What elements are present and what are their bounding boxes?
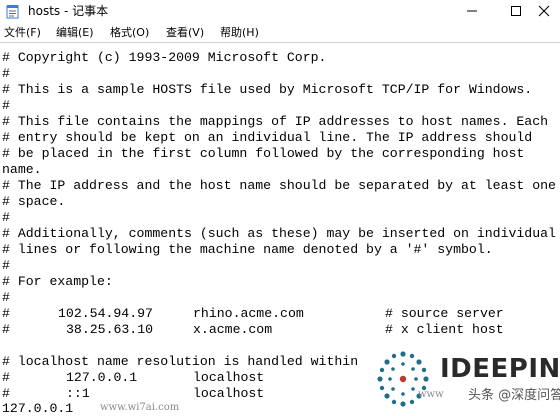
maximize-icon: [511, 6, 521, 16]
text-line: name.: [2, 162, 42, 177]
localhost-host: localhost: [193, 370, 265, 385]
text-line: # entry should be kept on an individual …: [2, 130, 533, 145]
watermark-sub: 头条 @深度问答: [468, 388, 560, 403]
localhost-hash: #: [2, 386, 10, 401]
menu-view[interactable]: 查看(V): [166, 25, 204, 41]
localhost-hash: #: [2, 370, 10, 385]
text-line: # For example:: [2, 274, 113, 289]
text-line: # This is a sample HOSTS file used by Mi…: [2, 82, 533, 97]
example-host: x.acme.com: [193, 322, 273, 337]
text-line: # This file contains the mappings of IP …: [2, 114, 549, 129]
notepad-icon: [6, 5, 19, 19]
text-line: # lines or following the machine name de…: [2, 242, 493, 257]
text-line: #: [2, 290, 10, 305]
example-ip: 102.54.94.97: [58, 306, 153, 321]
text-line: # Copyright (c) 1993-2009 Microsoft Corp…: [2, 50, 327, 65]
menu-file[interactable]: 文件(F): [4, 25, 41, 41]
example-host: rhino.acme.com: [193, 306, 304, 321]
text-line: # localhost name resolution is handled w…: [2, 354, 359, 369]
localhost-ip: 127.0.0.1: [66, 370, 138, 385]
close-icon: [538, 5, 550, 17]
text-line: #: [2, 98, 10, 113]
localhost-host: localhost: [193, 386, 265, 401]
text-line: # The IP address and the host name shoul…: [2, 178, 556, 193]
text-line: #: [2, 66, 10, 81]
text-line: #: [2, 210, 10, 225]
minimize-icon: [467, 10, 477, 12]
hosts-entry-ip: 127.0.0.1: [2, 401, 74, 416]
menu-edit[interactable]: 编辑(E): [56, 25, 94, 41]
example-hash: #: [2, 322, 10, 337]
watermark-site-fragment: www: [418, 389, 444, 400]
window-title: hosts - 记事本: [28, 4, 109, 18]
text-line: #: [2, 258, 10, 273]
text-line: # Additionally, comments (such as these)…: [2, 226, 556, 241]
example-hash: #: [2, 306, 10, 321]
menu-format[interactable]: 格式(O): [110, 25, 149, 41]
close-button[interactable]: [528, 0, 560, 22]
example-comment: # x client host: [385, 322, 504, 337]
watermark-site: www.wi7ai.com: [100, 402, 180, 413]
localhost-ip: ::1: [66, 386, 90, 401]
notepad-window: hosts - 记事本 文件(F) 编辑(E) 格式(O) 查看(V) 帮助(H…: [0, 0, 560, 416]
watermark-brand: IDEEPIN: [440, 354, 560, 384]
menu-bar: 文件(F) 编辑(E) 格式(O) 查看(V) 帮助(H): [0, 24, 560, 43]
title-bar[interactable]: hosts - 记事本: [0, 0, 560, 24]
minimize-button[interactable]: [452, 0, 492, 22]
text-line: # be placed in the first column followed…: [2, 146, 525, 161]
example-ip: 38.25.63.10: [66, 322, 154, 337]
menu-help[interactable]: 帮助(H): [220, 25, 259, 41]
text-line: # space.: [2, 194, 66, 209]
example-comment: # source server: [385, 306, 504, 321]
